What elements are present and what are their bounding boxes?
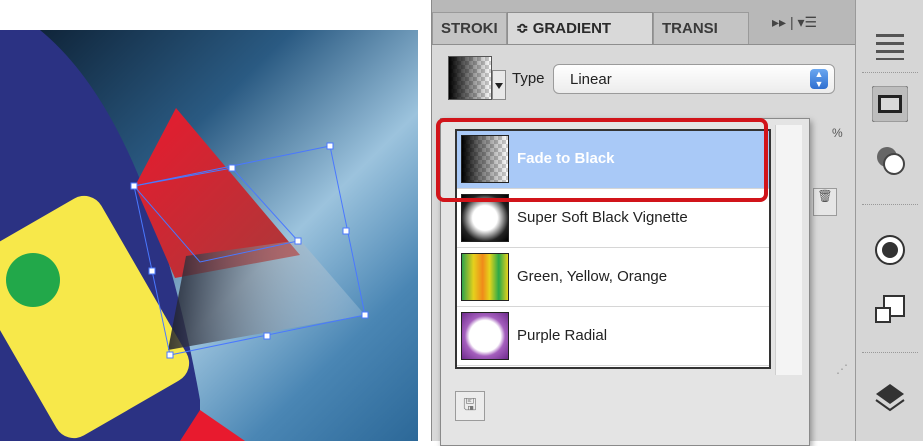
chevron-down-icon[interactable] xyxy=(492,70,506,100)
panel-menu-icon[interactable]: ▸▸ | ▾☰ xyxy=(772,14,817,31)
list-item-label: Green, Yellow, Orange xyxy=(517,268,668,285)
tab-stroke[interactable]: STROKI xyxy=(432,12,507,44)
type-select[interactable]: Linear ▲ ▼ xyxy=(553,64,835,94)
purple-radial-swatch xyxy=(461,312,509,360)
gradient-tool-icon[interactable] xyxy=(872,86,908,122)
panel-tab-bar: STROKI ≎ GRADIENT TRANSI ▸▸ | ▾☰ xyxy=(432,0,856,45)
list-item[interactable]: Green, Yellow, Orange xyxy=(457,249,769,307)
gradient-swatch-icon[interactable] xyxy=(448,56,492,100)
divider xyxy=(862,352,918,353)
transform-icon[interactable] xyxy=(872,292,908,328)
green-yellow-orange-swatch xyxy=(461,253,509,301)
divider xyxy=(862,204,918,205)
resize-grip-icon[interactable]: ⋰ xyxy=(836,362,848,376)
tab-gradient[interactable]: ≎ GRADIENT xyxy=(507,12,653,44)
stroke-icon[interactable] xyxy=(872,28,908,64)
rocket-porthole xyxy=(6,253,60,307)
list-item-label: Purple Radial xyxy=(517,327,608,344)
type-select-value: Linear xyxy=(570,71,612,88)
scrollbar[interactable] xyxy=(775,125,802,375)
divider xyxy=(862,72,918,73)
transparency-icon[interactable] xyxy=(872,142,908,178)
list-item[interactable]: Purple Radial xyxy=(457,308,769,366)
tab-transparency[interactable]: TRANSI xyxy=(653,12,749,44)
highlight-box xyxy=(436,118,768,202)
type-label: Type xyxy=(512,70,545,87)
list-item-label: Super Soft Black Vignette xyxy=(517,209,688,226)
layers-icon[interactable] xyxy=(872,380,908,416)
tool-strip xyxy=(855,0,923,441)
select-arrows-icon: ▲ ▼ xyxy=(810,69,828,89)
trash-icon[interactable]: 🗑 xyxy=(813,188,837,216)
save-icon[interactable]: 🖫 xyxy=(455,391,485,421)
gradient-panel: STROKI ≎ GRADIENT TRANSI ▸▸ | ▾☰ Type Li… xyxy=(431,0,856,446)
radial-icon[interactable] xyxy=(872,232,908,268)
percent-symbol: % xyxy=(832,126,843,140)
